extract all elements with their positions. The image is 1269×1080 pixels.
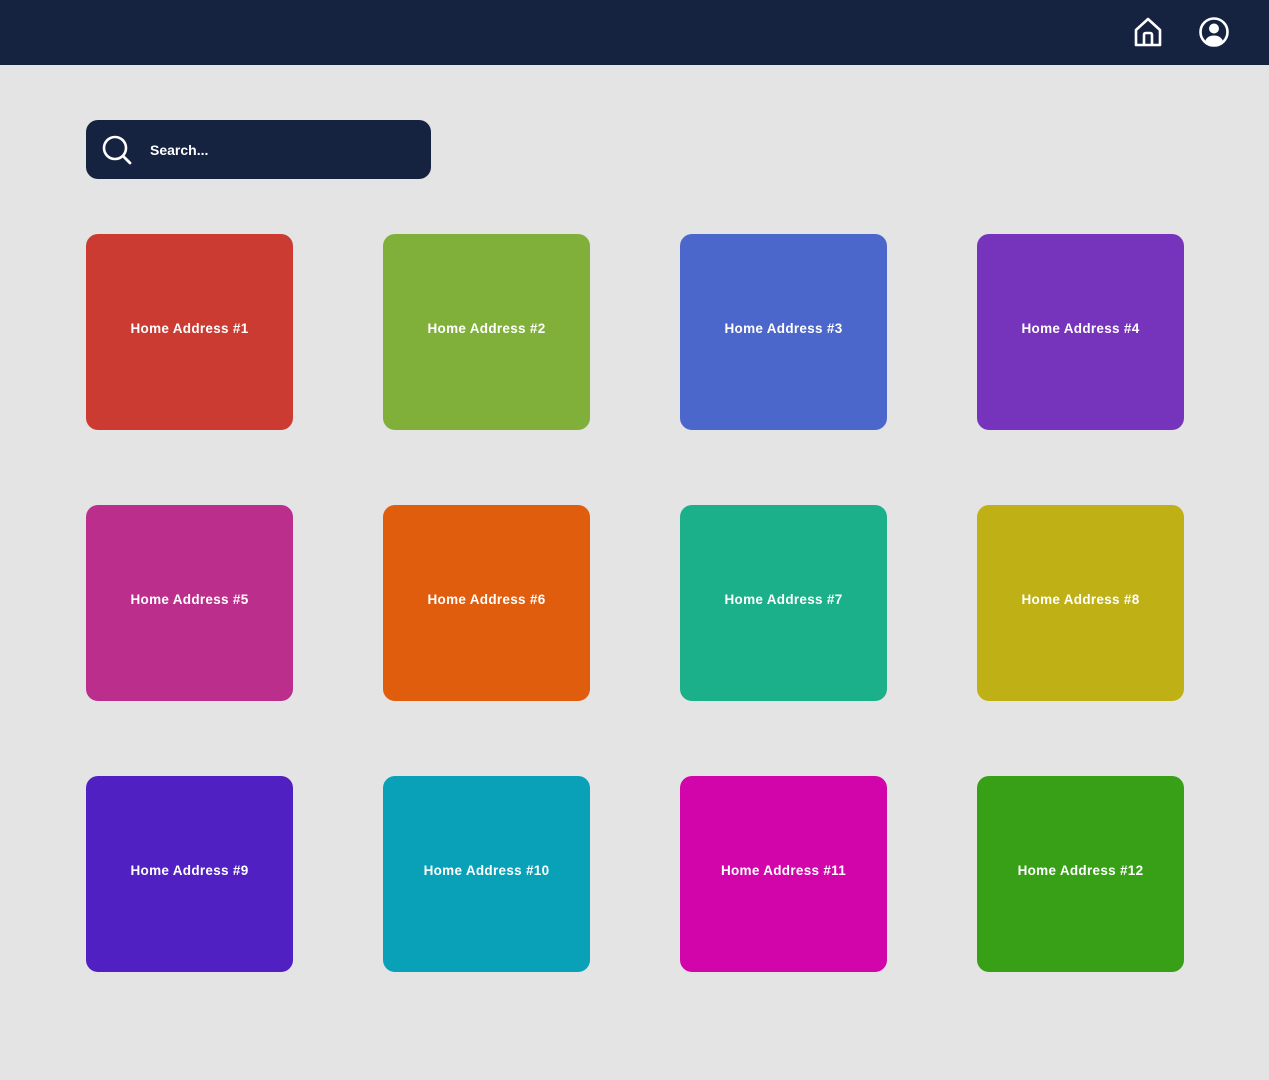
address-label: Home Address #10 <box>423 862 550 878</box>
address-label: Home Address #6 <box>427 591 546 607</box>
address-label: Home Address #9 <box>130 862 249 878</box>
search-icon <box>102 135 132 165</box>
address-label: Home Address #5 <box>130 591 249 607</box>
address-tile-5[interactable]: Home Address #5 <box>86 505 293 701</box>
address-tile-4[interactable]: Home Address #4 <box>977 234 1184 430</box>
search-bar[interactable] <box>86 120 431 179</box>
search-input[interactable] <box>150 120 420 179</box>
address-label: Home Address #8 <box>1021 591 1140 607</box>
home-button[interactable] <box>1131 15 1165 49</box>
top-navigation-bar <box>0 0 1269 65</box>
address-label: Home Address #2 <box>427 320 546 336</box>
home-icon <box>1134 17 1162 47</box>
address-tile-10[interactable]: Home Address #10 <box>383 776 590 972</box>
address-tile-11[interactable]: Home Address #11 <box>680 776 887 972</box>
address-tile-1[interactable]: Home Address #1 <box>86 234 293 430</box>
address-grid: Home Address #1 Home Address #2 Home Add… <box>86 234 1184 972</box>
address-label: Home Address #4 <box>1021 320 1140 336</box>
profile-button[interactable] <box>1197 15 1231 49</box>
address-tile-2[interactable]: Home Address #2 <box>383 234 590 430</box>
address-tile-3[interactable]: Home Address #3 <box>680 234 887 430</box>
address-label: Home Address #1 <box>130 320 249 336</box>
address-tile-6[interactable]: Home Address #6 <box>383 505 590 701</box>
address-label: Home Address #12 <box>1017 862 1144 878</box>
address-tile-12[interactable]: Home Address #12 <box>977 776 1184 972</box>
address-label: Home Address #7 <box>724 591 843 607</box>
address-label: Home Address #11 <box>720 862 847 878</box>
user-circle-icon <box>1199 17 1229 47</box>
address-tile-9[interactable]: Home Address #9 <box>86 776 293 972</box>
address-tile-7[interactable]: Home Address #7 <box>680 505 887 701</box>
address-label: Home Address #3 <box>724 320 843 336</box>
address-tile-8[interactable]: Home Address #8 <box>977 505 1184 701</box>
